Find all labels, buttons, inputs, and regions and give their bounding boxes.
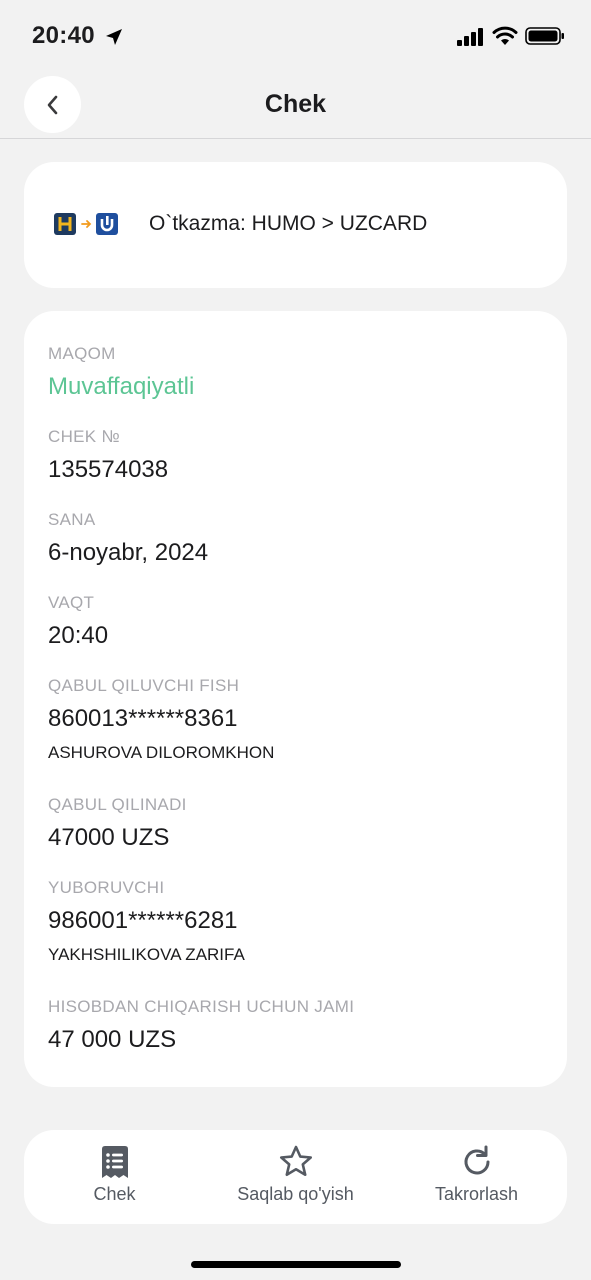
total-label: HISOBDAN CHIQARISH UCHUN JAMI	[48, 997, 355, 1016]
repeat-button[interactable]: Takrorlash	[386, 1130, 567, 1224]
save-button[interactable]: Saqlab qo'yish	[205, 1130, 386, 1224]
save-button-label: Saqlab qo'yish	[237, 1184, 354, 1204]
status-label: MAQOM	[48, 344, 116, 363]
home-indicator	[191, 1261, 401, 1268]
status-bar: 20:40	[0, 0, 591, 74]
wifi-icon	[492, 26, 518, 45]
date-value: 6-noyabr, 2024	[48, 539, 209, 566]
arrow-right-icon	[81, 220, 92, 228]
date-label: SANA	[48, 510, 96, 529]
star-icon	[279, 1145, 312, 1176]
uzcard-logo	[96, 213, 118, 235]
status-time: 20:40	[32, 22, 95, 49]
recipient-name: ASHUROVA DILOROMKHON	[48, 743, 275, 762]
repeat-button-label: Takrorlash	[434, 1184, 519, 1204]
nav-header: Chek	[0, 74, 591, 139]
location-arrow-icon	[106, 29, 122, 45]
receipt-number-label: CHEK №	[48, 427, 120, 446]
page-title: Chek	[264, 90, 327, 118]
sender-card: 986001******6281	[48, 907, 238, 934]
receipt-icon	[101, 1146, 128, 1178]
time-label: VAQT	[48, 593, 95, 612]
received-label: QABUL QILINADI	[48, 795, 187, 814]
total-value: 47 000 UZS	[48, 1026, 177, 1053]
refresh-icon	[464, 1145, 489, 1175]
sender-name: YAKHSHILIKOVA ZARIFA	[48, 945, 245, 964]
transfer-card: O`tkazma: HUMO > UZCARD	[24, 162, 567, 288]
sender-label: YUBORUVCHI	[48, 878, 165, 897]
time-value: 20:40	[48, 622, 109, 649]
receipt-button[interactable]: Chek	[24, 1130, 205, 1224]
receipt-details-card: MAQOM Muvaffaqiyatli CHEK № 135574038 SA…	[24, 311, 567, 1087]
humo-logo	[54, 213, 76, 235]
received-value: 47000 UZS	[48, 824, 170, 851]
receipt-number-value: 135574038	[48, 456, 169, 483]
bottom-action-bar: Chek Saqlab qo'yish Takrorlash	[24, 1130, 567, 1224]
receipt-button-label: Chek	[93, 1184, 136, 1204]
transfer-logos	[54, 213, 118, 235]
battery-icon	[525, 27, 564, 45]
recipient-card: 860013******8361	[48, 705, 238, 732]
recipient-label: QABUL QILUVCHI FISH	[48, 676, 240, 695]
transfer-title: O`tkazma: HUMO > UZCARD	[149, 212, 428, 235]
cellular-signal-icon	[457, 28, 483, 46]
status-value: Muvaffaqiyatli	[48, 373, 195, 400]
